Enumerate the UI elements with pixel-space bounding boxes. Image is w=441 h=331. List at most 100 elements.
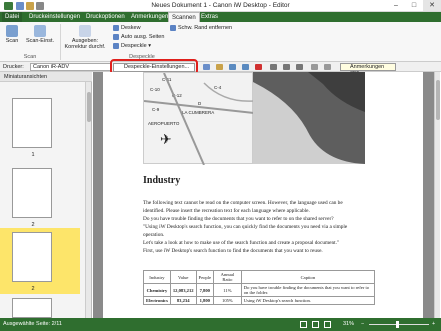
scanner-icon — [6, 25, 18, 37]
selected-page-status: Ausgewählte Seite: 2/11 — [3, 321, 62, 327]
map-roads — [144, 73, 254, 165]
tab-druckeinstellungen[interactable]: Druckeinstellungen — [26, 12, 83, 22]
despeckle-icon — [113, 42, 119, 49]
deskew-label: Deskew — [121, 25, 141, 31]
paragraph: First, use iW Desktop's search function … — [143, 248, 323, 254]
coastline-photo-drawing — [253, 72, 365, 164]
view-icon[interactable] — [203, 64, 210, 70]
page-thumbnail[interactable] — [12, 98, 52, 148]
border-icon — [170, 24, 176, 31]
tab-druckoptionen[interactable]: Druckoptionen — [83, 12, 128, 22]
fit-width-icon[interactable] — [324, 321, 331, 328]
table-header: Annual Ratio — [213, 270, 242, 284]
rotate-left-icon[interactable] — [311, 64, 318, 70]
paste-icon[interactable] — [296, 64, 303, 70]
chevron-down-icon: ▾ — [146, 43, 151, 49]
zoom-out-button[interactable]: − — [361, 318, 364, 331]
table-cell: 1,800 — [195, 296, 215, 305]
paragraph: identified. Please insert the recreation… — [143, 208, 310, 214]
document-viewer: C-10 C-11 C-12 C-9 C-4 D LA CUMBRERA AER… — [93, 72, 434, 318]
correction-icon — [79, 25, 91, 37]
ausgeben-label: Ausgeben: Korrektur durchf. — [64, 38, 106, 50]
table-cell: 7,800 — [195, 283, 215, 297]
table-row: Electronics 83,234 1,800 105% Using iW D… — [143, 296, 376, 305]
undo-icon[interactable] — [229, 64, 236, 70]
paragraph: The following text cannot be read on the… — [143, 200, 343, 206]
table-header: Caption — [240, 270, 376, 284]
coastline-photo — [253, 72, 365, 164]
table-cell: 12,083,212 — [169, 283, 197, 297]
page-thumbnail[interactable] — [12, 298, 52, 318]
thumbnail-scrollbar[interactable] — [85, 82, 91, 318]
fit-page-icon[interactable] — [312, 321, 319, 328]
page-thumbnail-selected[interactable] — [12, 232, 52, 282]
paragraph: Let's take a look at how to make use of … — [143, 240, 340, 246]
zoom-level: 31% — [343, 321, 355, 327]
paragraph: "Using iW Desktop's search function, you… — [143, 224, 348, 230]
table-header: People — [195, 270, 215, 284]
page-number: 2 — [31, 286, 35, 292]
group-label-scan: Scan — [23, 54, 37, 60]
scrollbar-thumb[interactable] — [87, 92, 91, 122]
remove-black-border-label: Schw. Rand entfernen — [178, 25, 233, 31]
table-cell: 11% — [213, 283, 242, 297]
printer-select[interactable]: Canon iR-ADV — [30, 63, 112, 71]
table-cell: Do you have trouble finding the document… — [240, 283, 376, 297]
paragraph: Do you have trouble finding the document… — [143, 216, 334, 222]
ribbon-tabs: Datei Druckeinstellungen Druckoptionen A… — [0, 12, 441, 22]
despeckle-button[interactable]: Despeckle ▾ — [113, 42, 151, 50]
page-thumbnail[interactable] — [12, 168, 52, 218]
zoom-slider-handle[interactable] — [396, 321, 399, 328]
thumbnail-panel: Miniaturansichten 1 2 2 — [0, 72, 92, 318]
table-row: Chemistry 12,083,212 7,800 11% Do you ha… — [143, 283, 376, 297]
scan-settings-icon — [34, 25, 46, 37]
scan-settings-label: Scan-Einst. — [25, 38, 55, 44]
minimize-button[interactable]: – — [387, 0, 405, 11]
table-cell: Chemistry — [143, 283, 171, 297]
cut-icon[interactable] — [270, 64, 277, 70]
title-bar: Neues Dokument 1 - Canon iW Desktop - Ed… — [0, 0, 441, 12]
table-cell: Electronics — [143, 296, 171, 305]
ausgeben-button[interactable]: Ausgeben: Korrektur durchf. — [63, 25, 107, 50]
scan-button[interactable]: Scan — [3, 25, 21, 44]
close-button[interactable]: ✕ — [423, 0, 441, 11]
scan-settings-button[interactable]: Scan-Einst. — [23, 25, 57, 44]
deskew-button[interactable]: Deskew — [113, 24, 141, 32]
deskew-icon — [113, 24, 119, 31]
despeckle-label: Despeckle — [121, 43, 147, 49]
redo-icon[interactable] — [242, 64, 249, 70]
table-cell: 105% — [213, 296, 242, 305]
folder-icon[interactable] — [216, 64, 223, 70]
show-annotations-button[interactable]: Anmerkungen anz. — [340, 63, 396, 76]
document-scrollbar[interactable] — [434, 72, 440, 318]
tab-anmerkungen[interactable]: Anmerkungen — [128, 12, 171, 22]
thumbnail-panel-header: Miniaturansichten — [0, 72, 92, 82]
table-cell: Using iW Desktop's search function. — [240, 296, 376, 305]
zoom-in-button[interactable]: + — [432, 318, 435, 331]
table-header-row: Industry Value People Annual Ratio Capti… — [143, 270, 376, 284]
tab-scannen[interactable]: Scannen — [168, 12, 200, 22]
delete-icon[interactable] — [255, 64, 262, 70]
tab-extras[interactable]: Extras — [198, 12, 221, 22]
table-cell: 83,234 — [169, 296, 197, 305]
paragraph: operation. — [143, 232, 165, 238]
scrollbar-thumb[interactable] — [436, 80, 440, 120]
tab-datei[interactable]: Datei — [2, 12, 23, 22]
table-header: Value — [169, 270, 197, 284]
copy-icon[interactable] — [283, 64, 290, 70]
remove-black-border-button[interactable]: Schw. Rand entfernen — [170, 24, 232, 32]
auto-pages-label: Auto ausg. Seiten — [121, 34, 165, 40]
separator — [60, 24, 61, 60]
page-number: 1 — [31, 152, 35, 158]
single-page-view-icon[interactable] — [300, 321, 307, 328]
printer-label: Drucker: — [3, 64, 24, 70]
status-bar: Ausgewählte Seite: 2/11 31% − + — [0, 318, 441, 331]
quick-toolbar: Drucker: Canon iR-ADV Anmerkungen anz. — [0, 62, 441, 76]
maximize-button[interactable]: □ — [405, 0, 423, 11]
rotate-right-icon[interactable] — [324, 64, 331, 70]
auto-pages-icon — [113, 33, 119, 40]
zoom-slider[interactable] — [369, 324, 429, 325]
auto-pages-button[interactable]: Auto ausg. Seiten — [113, 33, 164, 41]
ribbon: Scan Scan-Einst. Ausgeben: Korrektur dur… — [0, 22, 441, 62]
scan-label: Scan — [5, 38, 19, 44]
